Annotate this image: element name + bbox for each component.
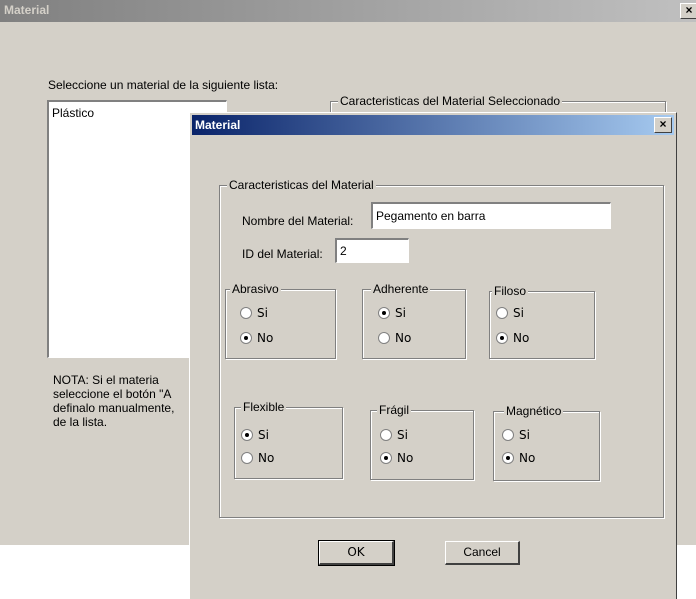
note-line: NOTA: Si el materia [53, 373, 159, 387]
list-prompt-label: Seleccione un material de la siguiente l… [48, 78, 279, 92]
note-line: seleccione el botón "A [53, 387, 172, 401]
list-item[interactable]: Plástico [52, 106, 94, 120]
adherente-title: Adherente [371, 282, 431, 296]
filoso-title: Filoso [492, 284, 529, 298]
fragil-group: Frágil [370, 403, 474, 480]
adherente-si-radio[interactable]: Si [378, 306, 406, 320]
radio-selected-icon [241, 429, 253, 441]
fragil-title: Frágil [377, 403, 412, 417]
material-name-field[interactable]: Pegamento en barra [371, 202, 611, 229]
radio-circle-icon [241, 452, 253, 464]
magnetico-title: Magnético [504, 404, 564, 418]
characteristics-group-title: Caracteristicas del Material [227, 178, 376, 192]
dialog-title: Material [195, 118, 241, 132]
radio-label: Si [519, 428, 530, 442]
flexible-group: Flexible [234, 400, 343, 479]
radio-selected-icon [240, 332, 252, 344]
fragil-si-radio[interactable]: Si [380, 428, 408, 442]
radio-selected-icon [496, 332, 508, 344]
filoso-group: Filoso [489, 284, 595, 359]
magnetico-si-radio[interactable]: Si [502, 428, 530, 442]
ok-button[interactable]: OK [318, 540, 395, 566]
radio-selected-icon [378, 307, 390, 319]
flexible-no-radio[interactable]: No [241, 451, 274, 465]
radio-label: No [257, 331, 274, 345]
radio-label: Si [513, 306, 524, 320]
radio-circle-icon [378, 332, 390, 344]
background-window-titlebar: Material × [0, 0, 696, 22]
note-line: de la lista. [53, 415, 108, 429]
radio-circle-icon [496, 307, 508, 319]
radio-label: No [258, 451, 275, 465]
note-line: definalo manualmente, [53, 401, 175, 415]
name-label: Nombre del Material: [242, 214, 354, 228]
abrasivo-title: Abrasivo [230, 282, 281, 296]
dialog-close-button[interactable]: × [654, 117, 672, 133]
radio-circle-icon [380, 429, 392, 441]
material-dialog: Material × Caracteristicas del Material … [189, 112, 677, 599]
cancel-button[interactable]: Cancel [445, 541, 520, 565]
radio-label: No [519, 451, 536, 465]
filoso-no-radio[interactable]: No [496, 331, 529, 345]
id-label: ID del Material: [242, 247, 323, 261]
background-close-button[interactable]: × [680, 3, 696, 19]
radio-label: No [513, 331, 530, 345]
radio-label: No [395, 331, 412, 345]
filoso-si-radio[interactable]: Si [496, 306, 524, 320]
radio-label: Si [257, 306, 268, 320]
radio-label: Si [395, 306, 406, 320]
radio-label: No [397, 451, 414, 465]
dialog-titlebar: Material × [192, 115, 674, 135]
radio-circle-icon [502, 429, 514, 441]
radio-label: Si [258, 428, 269, 442]
adherente-group: Adherente [362, 282, 466, 359]
magnetico-group: Magnético [493, 404, 600, 481]
radio-selected-icon [502, 452, 514, 464]
radio-circle-icon [240, 307, 252, 319]
abrasivo-no-radio[interactable]: No [240, 331, 273, 345]
fragil-no-radio[interactable]: No [380, 451, 413, 465]
flexible-si-radio[interactable]: Si [241, 428, 269, 442]
background-window-title: Material [4, 3, 50, 17]
flexible-title: Flexible [241, 400, 287, 414]
magnetico-no-radio[interactable]: No [502, 451, 535, 465]
selected-material-group-title: Caracteristicas del Material Seleccionad… [338, 94, 563, 108]
adherente-no-radio[interactable]: No [378, 331, 411, 345]
radio-selected-icon [380, 452, 392, 464]
radio-label: Si [397, 428, 408, 442]
material-id-field[interactable]: 2 [335, 238, 409, 263]
abrasivo-group: Abrasivo [225, 282, 336, 359]
abrasivo-si-radio[interactable]: Si [240, 306, 268, 320]
